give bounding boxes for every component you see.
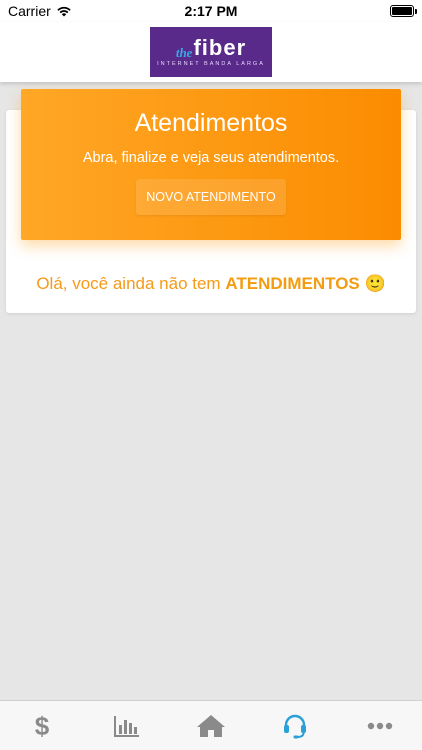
tab-bar: $	[0, 700, 422, 750]
battery-icon	[390, 5, 417, 17]
bar-chart-icon	[113, 715, 139, 737]
tab-consumo[interactable]	[85, 701, 169, 750]
svg-text:$: $	[35, 712, 50, 740]
empty-state-highlight: ATENDIMENTOS	[225, 274, 360, 293]
logo-fiber-text: fiber	[193, 35, 247, 60]
home-icon	[196, 714, 225, 737]
smile-emoji-icon: 🙂	[364, 274, 386, 293]
carrier-group: Carrier	[8, 3, 72, 19]
tab-home[interactable]	[169, 701, 253, 750]
page-title: Atendimentos	[134, 109, 288, 137]
page-subtitle: Abra, finalize e veja seus atendimentos.	[82, 150, 340, 166]
empty-state-prefix: Olá, você ainda não tem	[36, 274, 226, 293]
logo-tagline: INTERNET BANDA LARGA	[157, 61, 265, 67]
wifi-icon	[57, 6, 71, 17]
new-ticket-button[interactable]: NOVO ATENDIMENTO	[136, 179, 286, 215]
brand-logo: the fiber INTERNET BANDA LARGA	[150, 27, 272, 77]
tab-mais[interactable]	[338, 701, 422, 750]
empty-state-message: Olá, você ainda não tem ATENDIMENTOS 🙂	[6, 274, 416, 294]
status-bar: Carrier 2:17 PM	[0, 0, 422, 22]
carrier-label: Carrier	[8, 3, 51, 19]
app-header: the fiber INTERNET BANDA LARGA	[0, 22, 422, 82]
more-icon	[367, 722, 392, 729]
logo-the-text: the	[175, 45, 193, 60]
atendimentos-hero: Atendimentos Abra, finalize e veja seus …	[21, 89, 401, 240]
headset-icon	[284, 714, 307, 738]
dollar-icon: $	[35, 712, 50, 740]
tab-atendimentos[interactable]	[253, 701, 337, 750]
tab-financeiro[interactable]: $	[0, 701, 84, 750]
